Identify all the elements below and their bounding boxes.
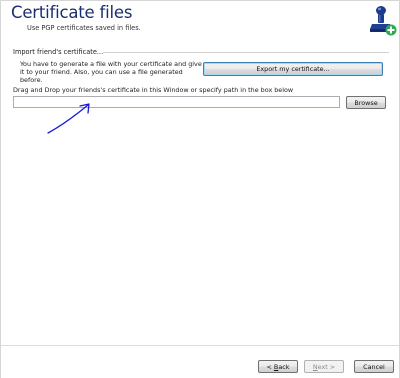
back-rest: ack <box>278 362 290 371</box>
back-prefix: < <box>266 362 274 371</box>
browse-button[interactable]: Browse <box>346 96 386 109</box>
wizard-header: Certificate files Use PGP certificates s… <box>1 1 399 41</box>
page-title: Certificate files <box>11 3 133 22</box>
next-button[interactable]: Next > <box>304 360 344 373</box>
drag-drop-label: Drag and Drop your friends's certificate… <box>13 86 294 94</box>
import-group-title: Import friend's certificate... <box>13 48 104 56</box>
next-rest: ext <box>317 362 328 371</box>
certificate-stamp-icon <box>370 6 397 36</box>
page-subtitle: Use PGP certificates saved in files. <box>27 24 141 32</box>
export-certificate-button[interactable]: Export my certificate... <box>203 62 383 76</box>
import-description: You have to generate a file with your ce… <box>20 60 202 84</box>
wizard-footer: < Back Next > Cancel <box>1 345 399 378</box>
cancel-button[interactable]: Cancel <box>354 360 394 373</box>
back-button[interactable]: < Back <box>258 360 298 373</box>
annotation-arrow-icon <box>47 103 90 134</box>
group-separator <box>103 52 389 53</box>
wizard-window: Certificate files Use PGP certificates s… <box>0 0 400 378</box>
next-suffix: > <box>327 362 336 371</box>
